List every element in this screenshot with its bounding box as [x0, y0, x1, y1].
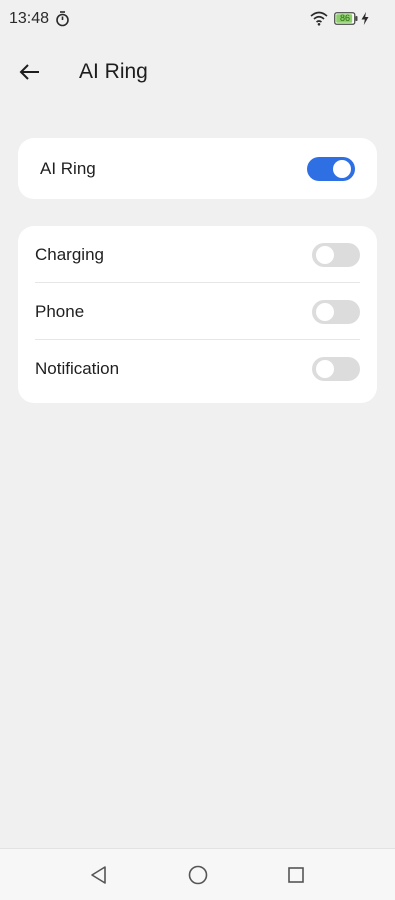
notification-row[interactable]: Notification [18, 340, 377, 397]
nav-home-circle-icon[interactable] [186, 863, 210, 887]
toggle-knob [316, 359, 334, 378]
charging-label: Charging [35, 244, 104, 264]
nav-back-triangle-icon[interactable] [87, 863, 111, 887]
back-button[interactable] [14, 56, 46, 88]
app-header: AI Ring [0, 50, 395, 94]
toggle-knob [316, 302, 334, 321]
charging-bolt-icon [361, 12, 369, 25]
toggle-knob [316, 245, 334, 264]
phone-label: Phone [35, 301, 85, 321]
ring-options-card: Charging Phone Notification [18, 226, 377, 403]
page-title: AI Ring [79, 60, 148, 83]
ai-ring-toggle[interactable] [307, 156, 355, 181]
toggle-knob [333, 159, 351, 178]
ai-ring-card: AI Ring [18, 138, 377, 199]
wifi-icon [310, 11, 328, 26]
battery-level: 86 [339, 13, 350, 23]
ai-ring-row[interactable]: AI Ring [18, 138, 377, 199]
system-nav-bar [0, 848, 395, 900]
notification-toggle[interactable] [312, 356, 360, 381]
timer-icon [56, 11, 69, 27]
nav-recents-square-icon[interactable] [284, 863, 308, 887]
status-bar: 13:48 86 [0, 0, 395, 38]
ai-ring-label: AI Ring [40, 158, 96, 178]
charging-row[interactable]: Charging [18, 226, 377, 283]
arrow-left-icon [19, 64, 39, 80]
status-time: 13:48 [9, 10, 50, 27]
phone-toggle[interactable] [312, 299, 360, 324]
phone-row[interactable]: Phone [18, 283, 377, 340]
notification-label: Notification [35, 358, 120, 378]
screen: 13:48 86 AI Ring AI Ring Charging Phone … [0, 0, 395, 900]
charging-toggle[interactable] [312, 242, 360, 267]
